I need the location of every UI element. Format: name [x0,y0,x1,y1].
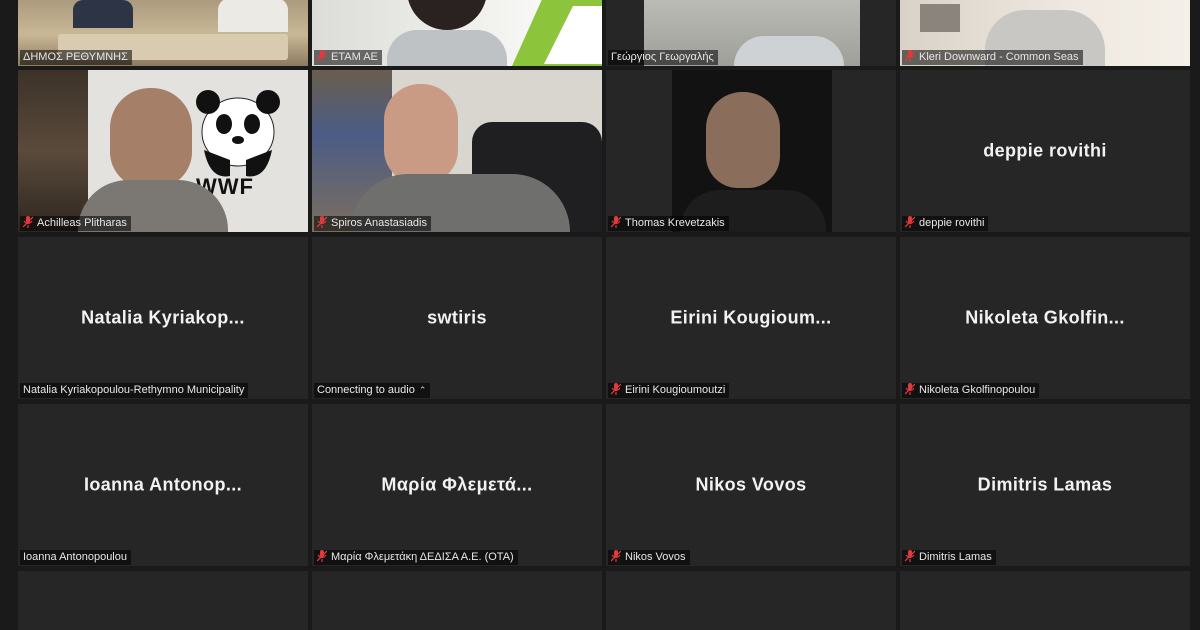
participant-tile-kleri[interactable]: Kleri Downward - Common Seas [900,0,1190,66]
name-label: Nikos Vovos [625,551,686,563]
participant-display-name: Eirini Kougioum... [670,307,832,328]
name-label: deppie rovithi [919,217,985,229]
participant-display-name: Ioanna Antonop... [83,474,243,495]
participant-name-tag: Nikos Vovos [608,550,690,565]
participant-tile[interactable] [606,571,896,630]
muted-mic-icon [905,50,915,62]
video-feed [920,4,960,32]
participant-tile-thomas[interactable]: Thomas Krevetzakis [606,70,896,232]
participant-tile-ioanna[interactable]: Ioanna Antonop... Ioanna Antonopoulou [18,404,308,566]
muted-mic-icon [905,216,915,228]
video-feed [387,30,507,66]
name-label: Nikoleta Gkolfinopoulou [919,384,1036,396]
participant-tile-spiros[interactable]: Spiros Anastasiadis [312,70,602,232]
name-label: Achilleas Plitharas [37,217,127,229]
participant-tile-nikos[interactable]: Nikos Vovos Nikos Vovos [606,404,896,566]
name-label: Eirini Kougioumoutzi [625,384,726,396]
connecting-audio-icon: ⌃ [418,385,427,395]
name-label: Connecting to audio [317,384,415,396]
muted-mic-icon [611,550,621,562]
video-feed [73,0,133,28]
video-feed [384,84,458,184]
video-feed [110,88,192,188]
muted-mic-icon [317,550,327,562]
participant-name-tag: Ioanna Antonopoulou [20,550,131,565]
participant-name-tag: Connecting to audio ⌃ [314,383,431,398]
participant-name-tag: Eirini Kougioumoutzi [608,383,730,398]
participant-tile-achilleas[interactable]: WWF Achilleas Plitharas [18,70,308,232]
participant-display-name: Μαρία Φλεμετά... [381,474,533,495]
participant-tile-dimos-rethymnis[interactable]: ΔΗΜΟΣ ΡΕΘΥΜΝΗΣ [18,0,308,66]
participant-tile-maria[interactable]: Μαρία Φλεμετά... Μαρία Φλεμετάκη ΔΕΔΙΣΑ … [312,404,602,566]
participant-display-name: deppie rovithi [983,140,1107,161]
participant-tile-nikoleta[interactable]: Nikoleta Gkolfin... Nikoleta Gkolfinopou… [900,237,1190,399]
participant-display-name: Natalia Kyriakop... [81,307,245,328]
name-label: Kleri Downward - Common Seas [919,51,1079,63]
muted-mic-icon [317,50,327,62]
participant-name-tag: Μαρία Φλεμετάκη ΔΕΔΙΣΑ Α.Ε. (ΟΤΑ) [314,550,518,565]
participant-name-tag: Dimitris Lamas [902,550,996,565]
muted-mic-icon [23,216,33,228]
participant-name-tag: Natalia Kyriakopoulou-Rethymno Municipal… [20,383,249,398]
participant-name-tag: Spiros Anastasiadis [314,216,431,231]
name-label: Γεώργιος Γεωργαλής [611,51,714,63]
name-label: ΔΗΜΟΣ ΡΕΘΥΜΝΗΣ [23,51,128,63]
participant-tile-etam[interactable]: ΕΤΑΜ ΑΕ [312,0,602,66]
participant-tile-eirini[interactable]: Eirini Kougioum... Eirini Kougioumoutzi [606,237,896,399]
participant-display-name: Dimitris Lamas [977,474,1113,495]
participant-tile[interactable] [312,571,602,630]
participant-tile-dimitris[interactable]: Dimitris Lamas Dimitris Lamas [900,404,1190,566]
participant-name-tag: Achilleas Plitharas [20,216,131,231]
name-label: Ioanna Antonopoulou [23,551,127,563]
participant-name-tag: ΔΗΜΟΣ ΡΕΘΥΜΝΗΣ [20,50,132,65]
video-feed [218,0,288,32]
name-label: Spiros Anastasiadis [331,217,427,229]
participant-name-tag: Kleri Downward - Common Seas [902,50,1083,65]
participant-name-tag: deppie rovithi [902,216,989,231]
participant-tile[interactable] [900,571,1190,630]
participant-tile[interactable] [18,571,308,630]
participant-name-tag: Γεώργιος Γεωργαλής [608,50,718,65]
muted-mic-icon [905,383,915,395]
muted-mic-icon [611,216,621,228]
name-label: Thomas Krevetzakis [625,217,725,229]
bookshelf [18,70,88,232]
participant-name-tag: ΕΤΑΜ ΑΕ [314,50,382,65]
name-label: Natalia Kyriakopoulou-Rethymno Municipal… [23,384,245,396]
name-label: Μαρία Φλεμετάκη ΔΕΔΙΣΑ Α.Ε. (ΟΤΑ) [331,551,514,563]
participant-name-tag: Nikoleta Gkolfinopoulou [902,383,1040,398]
participant-tile-deppie[interactable]: deppie rovithi deppie rovithi [900,70,1190,232]
participant-display-name: Nikos Vovos [695,474,807,495]
name-label: ΕΤΑΜ ΑΕ [331,51,378,63]
participant-tile-georgios[interactable]: Γεώργιος Γεωργαλής [606,0,896,66]
name-label: Dimitris Lamas [919,551,992,563]
video-feed [734,36,844,66]
participant-display-name: Nikoleta Gkolfin... [965,307,1125,328]
participant-name-tag: Thomas Krevetzakis [608,216,729,231]
muted-mic-icon [905,550,915,562]
muted-mic-icon [317,216,327,228]
video-feed [706,92,780,188]
muted-mic-icon [611,383,621,395]
participant-tile-natalia[interactable]: Natalia Kyriakop... Natalia Kyriakopoulo… [18,237,308,399]
participant-tile-swtiris[interactable]: swtiris Connecting to audio ⌃ [312,237,602,399]
participant-display-name: swtiris [427,307,487,328]
